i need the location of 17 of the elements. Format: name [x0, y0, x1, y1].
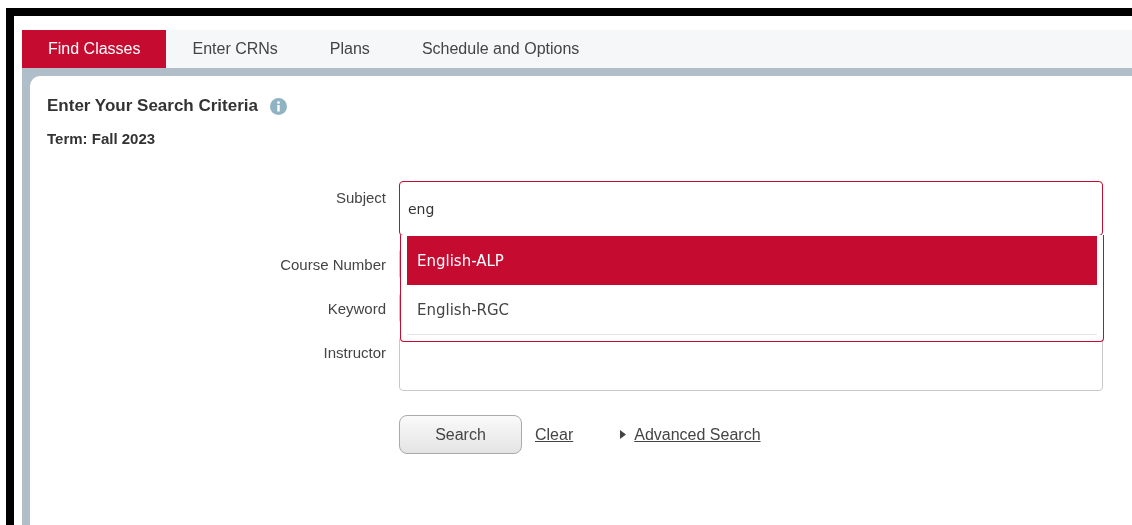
search-button[interactable]: Search [399, 415, 522, 454]
field-label: Subject [334, 188, 386, 206]
field-label: Instructor [322, 343, 386, 361]
tab[interactable]: Schedule and Options [395, 30, 606, 68]
tab[interactable]: Enter CRNs [166, 30, 304, 68]
text-field[interactable]: eng [399, 181, 1103, 236]
field-label: Course Number [279, 255, 386, 273]
triangle-right-icon [620, 430, 627, 439]
tab[interactable]: Plans [303, 30, 396, 68]
field-label: Keyword [326, 299, 386, 317]
suggestion-item[interactable]: English-ALP [407, 236, 1097, 285]
panel-heading: Enter Your Search Criteria [47, 96, 258, 116]
clear-link[interactable]: Clear [535, 425, 574, 444]
term-label: Term: Fall 2023 [47, 130, 157, 147]
tab[interactable]: Find Classes [22, 30, 167, 68]
advanced-search-link[interactable]: Advanced Search [634, 425, 761, 444]
info-icon[interactable] [270, 97, 287, 115]
